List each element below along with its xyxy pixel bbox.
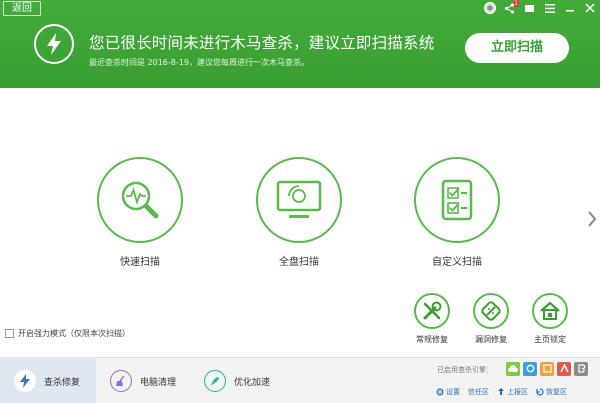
quick-scan-label: 快速扫描: [120, 257, 160, 268]
broom-icon: [110, 370, 132, 392]
footer-bar: 查杀修复 电脑清理 优化加速 已启用查杀引擎： 设置 信任区 上报区 恢复区: [0, 357, 600, 403]
quick-scan-circle[interactable]: [97, 157, 183, 243]
full-scan-label: 全盘扫描: [279, 257, 319, 268]
engine-label: 已启用查杀引擎：: [437, 366, 493, 374]
lightning-icon: [14, 370, 36, 392]
share-icon[interactable]: [503, 2, 516, 15]
power-mode-checkbox[interactable]: [5, 329, 14, 338]
window-controls: [483, 1, 596, 15]
scan-now-button[interactable]: 立即扫描: [465, 33, 569, 63]
custom-scan-label: 自定义扫描: [432, 257, 482, 268]
chevron-right-icon[interactable]: [587, 211, 597, 227]
full-scan-option[interactable]: 全盘扫描: [256, 157, 342, 268]
tab-pc-cleanup-label: 电脑清理: [140, 377, 177, 388]
engine-list: [506, 362, 588, 376]
back-button[interactable]: 返回: [3, 1, 41, 16]
lightning-icon: [34, 24, 74, 64]
avira-engine-icon[interactable]: [557, 362, 571, 376]
tab-scan-repair[interactable]: 查杀修复: [0, 358, 96, 403]
power-mode-toggle[interactable]: 开启强力模式（仅限本次扫描）: [5, 328, 130, 339]
rocket-icon: [204, 370, 226, 392]
message-icon[interactable]: [523, 2, 536, 15]
close-icon[interactable]: [583, 2, 596, 15]
patch-icon: [481, 301, 501, 321]
footer-links: 设置 信任区 上报区 恢复区: [436, 387, 567, 397]
full-scan-circle[interactable]: [256, 157, 342, 243]
tools-icon: [423, 301, 442, 320]
custom-scan-circle[interactable]: [414, 157, 500, 243]
bitdefender-engine-icon[interactable]: [574, 362, 588, 376]
regular-repair-circle[interactable]: [414, 293, 450, 329]
page-title: 您已很长时间未进行木马查杀，建议立即扫描系统: [89, 34, 435, 52]
tab-pc-cleanup[interactable]: 电脑清理: [96, 358, 190, 403]
trust-zone-link[interactable]: 信任区: [468, 387, 489, 397]
regular-repair-label: 常规修复: [416, 335, 448, 344]
gear-icon: [436, 388, 444, 396]
homepage-lock-label: 主页锁定: [534, 335, 566, 344]
settings-link[interactable]: 设置: [436, 387, 460, 397]
vulnerability-repair-option[interactable]: 漏洞修复: [466, 293, 516, 345]
monitor-icon: [276, 180, 322, 218]
power-mode-label: 开启强力模式（仅限本次扫描）: [18, 329, 130, 338]
tab-speed-up-label: 优化加速: [234, 377, 271, 388]
restore-zone-link[interactable]: 恢复区: [536, 387, 567, 397]
home-lock-icon: [540, 301, 560, 320]
homepage-lock-option[interactable]: 主页锁定: [525, 293, 575, 345]
cloud-engine-icon[interactable]: [506, 362, 520, 376]
quick-scan-option[interactable]: 快速扫描: [97, 157, 183, 268]
regular-repair-option[interactable]: 常规修复: [407, 293, 457, 345]
vulnerability-repair-circle[interactable]: [473, 293, 509, 329]
tab-speed-up[interactable]: 优化加速: [190, 358, 286, 403]
upload-icon: [498, 388, 504, 395]
header-banner: 返回 1 您已很长时间未进行木马查杀，建议立即扫描系统 最近查杀时间是 2016…: [0, 0, 600, 88]
vulnerability-repair-label: 漏洞修复: [475, 335, 507, 344]
checklist-icon: [441, 179, 473, 221]
tab-scan-repair-label: 查杀修复: [44, 377, 81, 388]
menu-icon[interactable]: [543, 2, 556, 15]
homepage-lock-circle[interactable]: [532, 293, 568, 329]
report-zone-link[interactable]: 上报区: [497, 387, 528, 397]
skin-icon[interactable]: [483, 2, 496, 15]
last-scan-note: 最近查杀时间是 2016-8-19，建议您每周进行一次木马查杀。: [89, 58, 309, 67]
system-repair-engine-icon[interactable]: [540, 362, 554, 376]
restore-icon: [536, 388, 544, 396]
qvm-engine-icon[interactable]: [523, 362, 537, 376]
custom-scan-option[interactable]: 自定义扫描: [414, 157, 500, 268]
minimize-icon[interactable]: [563, 2, 576, 15]
magnifier-pulse-icon: [121, 181, 159, 219]
